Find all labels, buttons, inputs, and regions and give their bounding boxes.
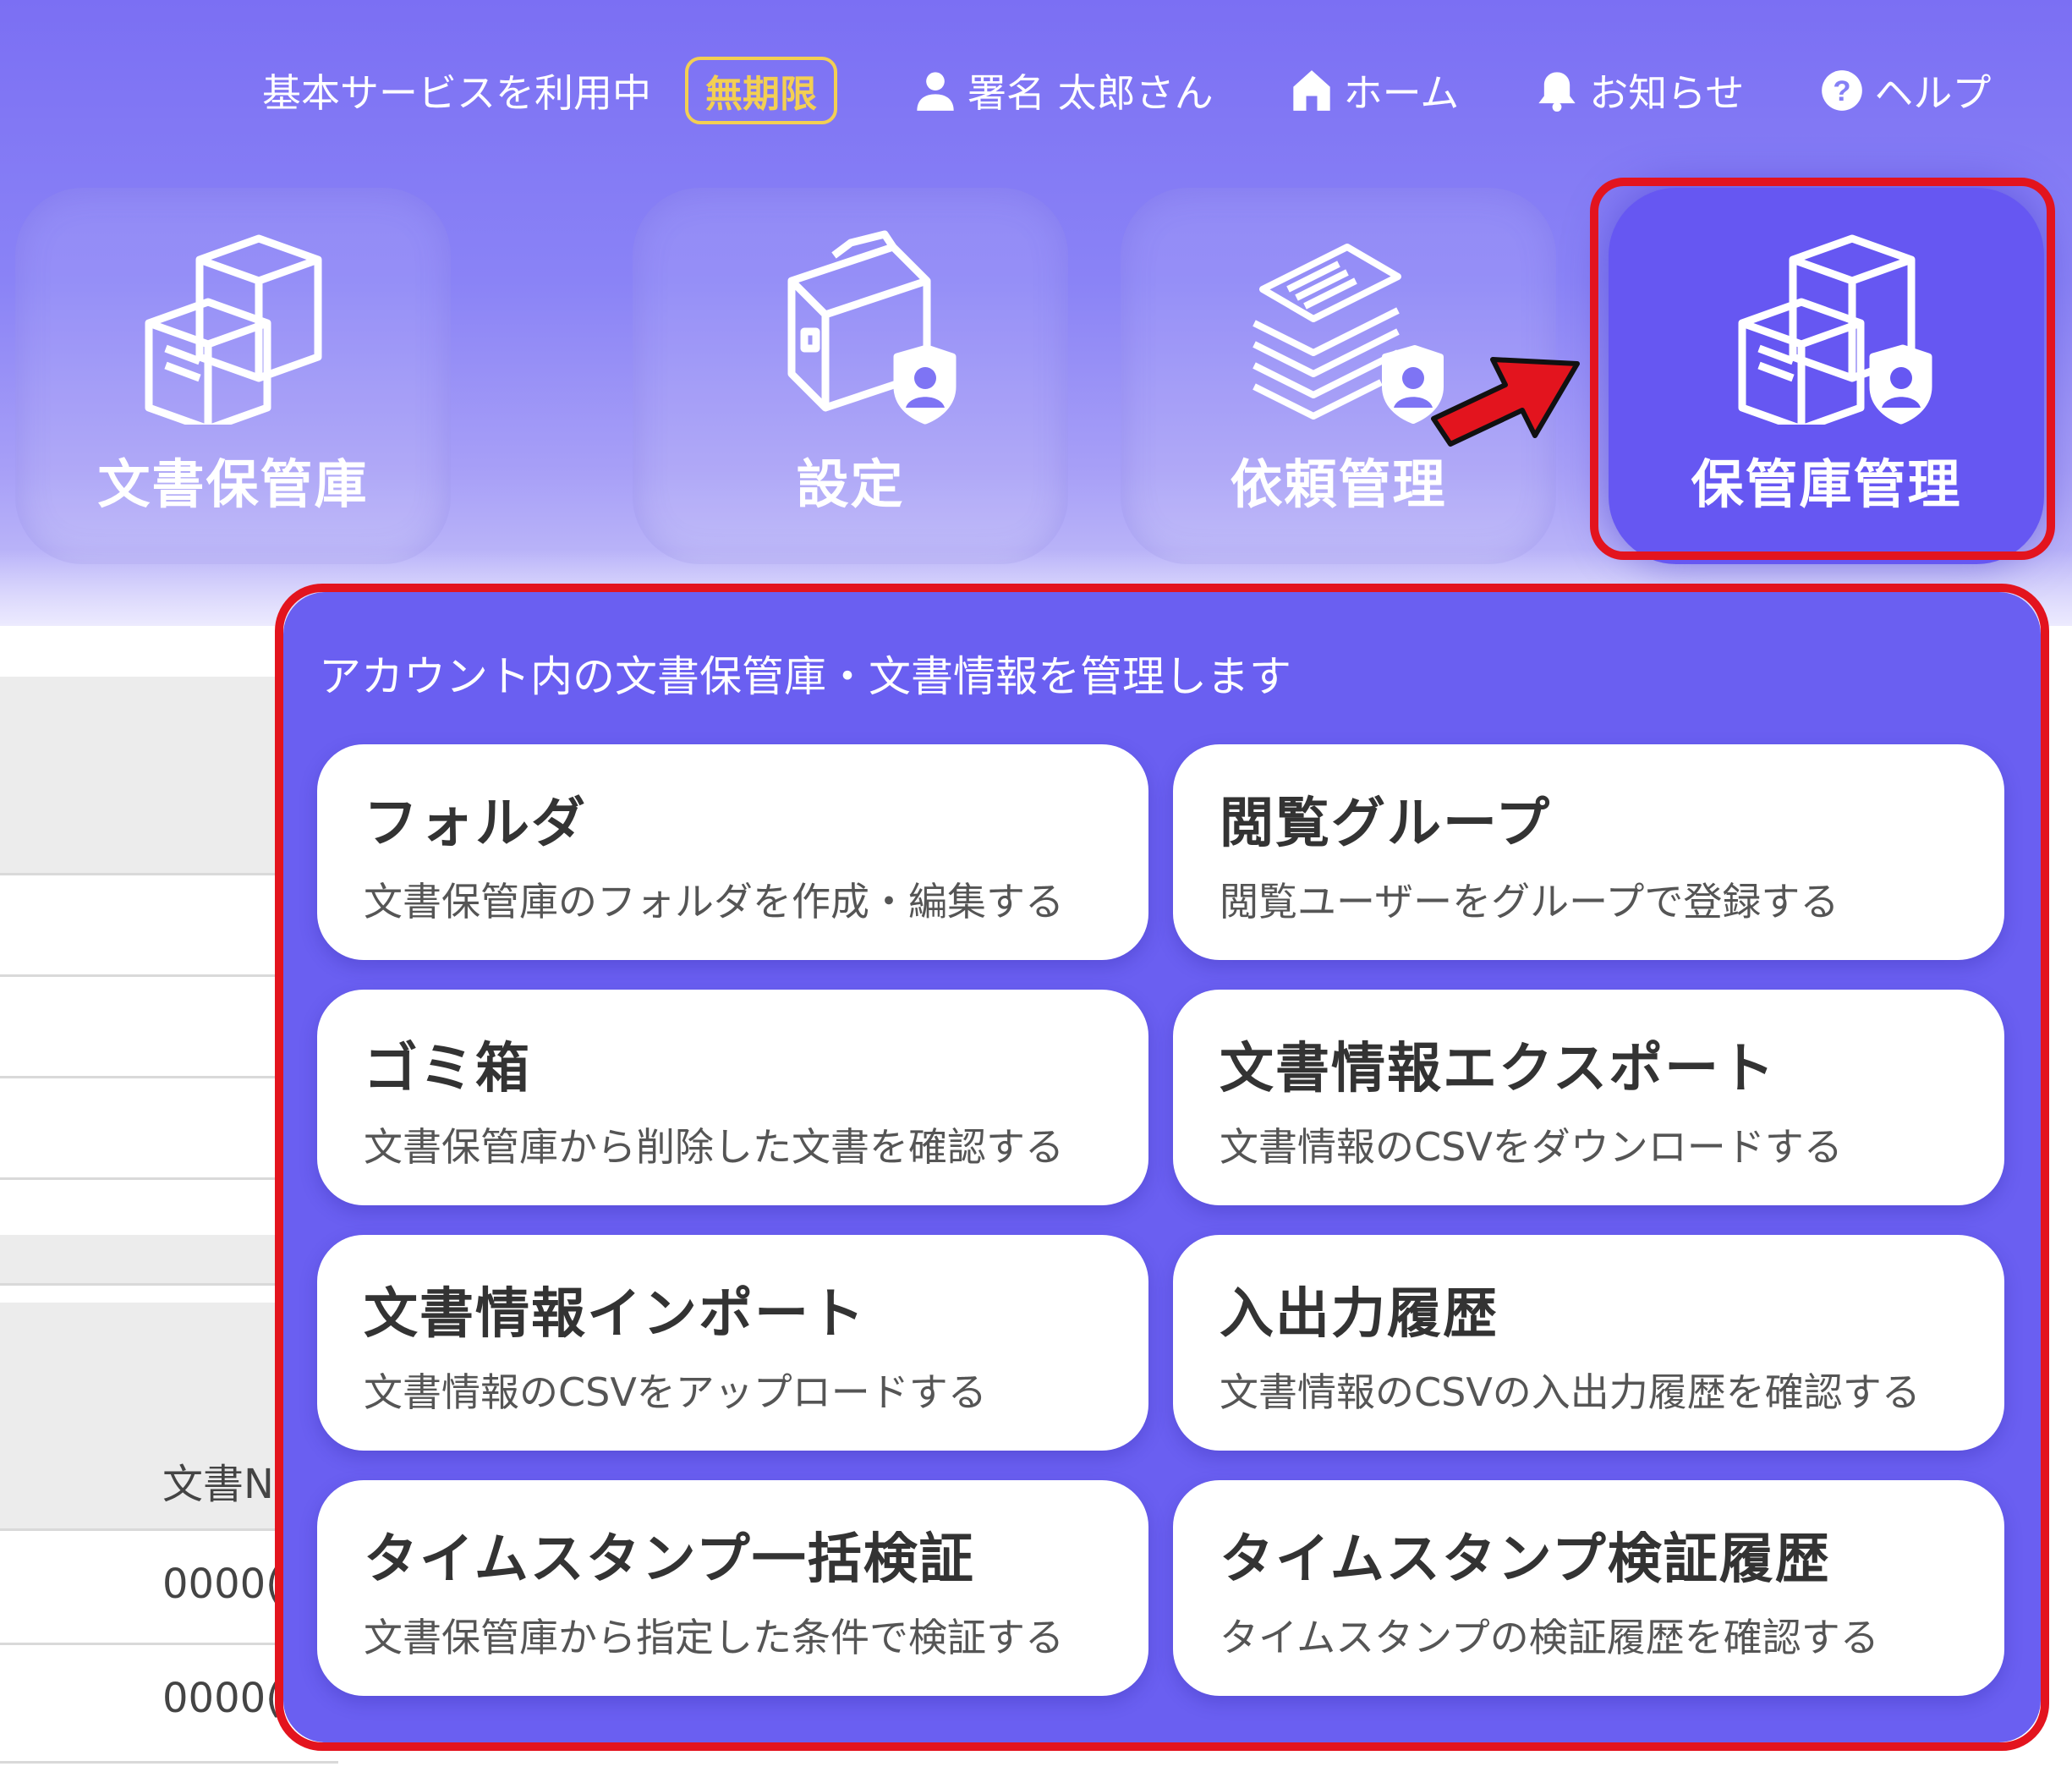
menu-item-desc: 文書情報のCSVの入出力履歴を確認する xyxy=(1220,1369,1921,1415)
menu-item-title: タイムスタンプ一括検証 xyxy=(364,1528,975,1591)
menu-item-view-group[interactable]: 閲覧グループ 閲覧ユーザーをグループで登録する xyxy=(1173,744,2004,960)
menu-item-timestamp-verify-history[interactable]: タイムスタンプ検証履歴 タイムスタンプの検証履歴を確認する xyxy=(1173,1480,2004,1696)
toolbox-icon xyxy=(787,230,956,425)
notice-label: お知らせ xyxy=(1589,70,1745,116)
menu-item-desc: 文書保管庫から指定した条件で検証する xyxy=(364,1615,1064,1660)
menu-item-import[interactable]: 文書情報インポート 文書情報のCSVをアップロードする xyxy=(317,1235,1148,1451)
menu-item-export[interactable]: 文書情報エクスポート 文書情報のCSVをダウンロードする xyxy=(1173,990,2004,1205)
menu-item-title: 文書情報インポート xyxy=(364,1283,866,1346)
tile-settings[interactable]: 設定 xyxy=(633,188,1068,564)
help-label: ヘルプ xyxy=(1874,70,1992,116)
menu-item-title: 入出力履歴 xyxy=(1220,1283,1499,1346)
tile-label: 保管庫管理 xyxy=(1691,453,1962,515)
notice-link[interactable]: お知らせ xyxy=(1535,63,1744,118)
menu-item-folder[interactable]: フォルダ 文書保管庫のフォルダを作成・編集する xyxy=(317,744,1148,960)
svg-text:?: ? xyxy=(1834,75,1851,107)
bell-icon xyxy=(1538,72,1576,112)
menu-item-timestamp-bulk-verify[interactable]: タイムスタンプ一括検証 文書保管庫から指定した条件で検証する xyxy=(317,1480,1148,1696)
doc-no-cell: 0000( xyxy=(162,1561,282,1608)
home-link[interactable]: ホーム xyxy=(1290,63,1460,118)
tile-label: 設定 xyxy=(796,453,905,515)
menu-item-trash[interactable]: ゴミ箱 文書保管庫から削除した文書を確認する xyxy=(317,990,1148,1205)
tile-storage-management[interactable]: 保管庫管理 xyxy=(1609,188,2044,564)
menu-item-desc: 文書情報のCSVをアップロードする xyxy=(364,1369,987,1415)
red-arrow-icon xyxy=(1431,357,1580,447)
home-label: ホーム xyxy=(1343,70,1460,116)
tile-label: 文書保管庫 xyxy=(97,453,369,515)
menu-item-desc: 文書保管庫のフォルダを作成・編集する xyxy=(364,879,1064,924)
storage-admin-icon xyxy=(1738,234,1932,425)
plan-badge: 無期限 xyxy=(685,57,837,124)
storage-management-dropdown: アカウント内の文書保管庫・文書情報を管理します フォルダ 文書保管庫のフォルダを… xyxy=(283,592,2041,1742)
dropdown-title: アカウント内の文書保管庫・文書情報を管理します xyxy=(319,652,1291,701)
user-name: 署名 太郎さん xyxy=(967,70,1214,116)
menu-item-title: タイムスタンプ検証履歴 xyxy=(1220,1528,1831,1591)
service-status: 基本サービスを利用中 xyxy=(262,70,651,116)
menu-item-desc: 閲覧ユーザーをグループで登録する xyxy=(1220,879,1839,924)
user-icon xyxy=(917,72,954,111)
top-utility-bar: 基本サービスを利用中 無期限 署名 太郎さん ホーム お知らせ ? ヘルプ xyxy=(262,52,2047,129)
column-header-doc-no: 文書N xyxy=(162,1461,274,1508)
menu-item-title: フォルダ xyxy=(364,793,587,855)
user-menu-link[interactable]: 署名 太郎さん xyxy=(913,63,1214,118)
menu-item-title: ゴミ箱 xyxy=(364,1038,531,1100)
help-link[interactable]: ? ヘルプ xyxy=(1820,63,1991,118)
menu-item-desc: 文書保管庫から削除した文書を確認する xyxy=(364,1124,1064,1170)
menu-item-desc: 文書情報のCSVをダウンロードする xyxy=(1220,1124,1843,1170)
tile-document-storage[interactable]: 文書保管庫 xyxy=(15,188,451,564)
help-icon: ? xyxy=(1822,70,1863,111)
menu-item-title: 文書情報エクスポート xyxy=(1220,1038,1777,1100)
menu-item-desc: タイムスタンプの検証履歴を確認する xyxy=(1220,1615,1879,1660)
home-icon xyxy=(1292,70,1330,111)
menu-item-title: 閲覧グループ xyxy=(1220,793,1552,855)
storage-boxes-icon xyxy=(145,234,321,425)
doc-no-cell: 0000( xyxy=(162,1675,282,1722)
menu-item-io-history[interactable]: 入出力履歴 文書情報のCSVの入出力履歴を確認する xyxy=(1173,1235,2004,1451)
